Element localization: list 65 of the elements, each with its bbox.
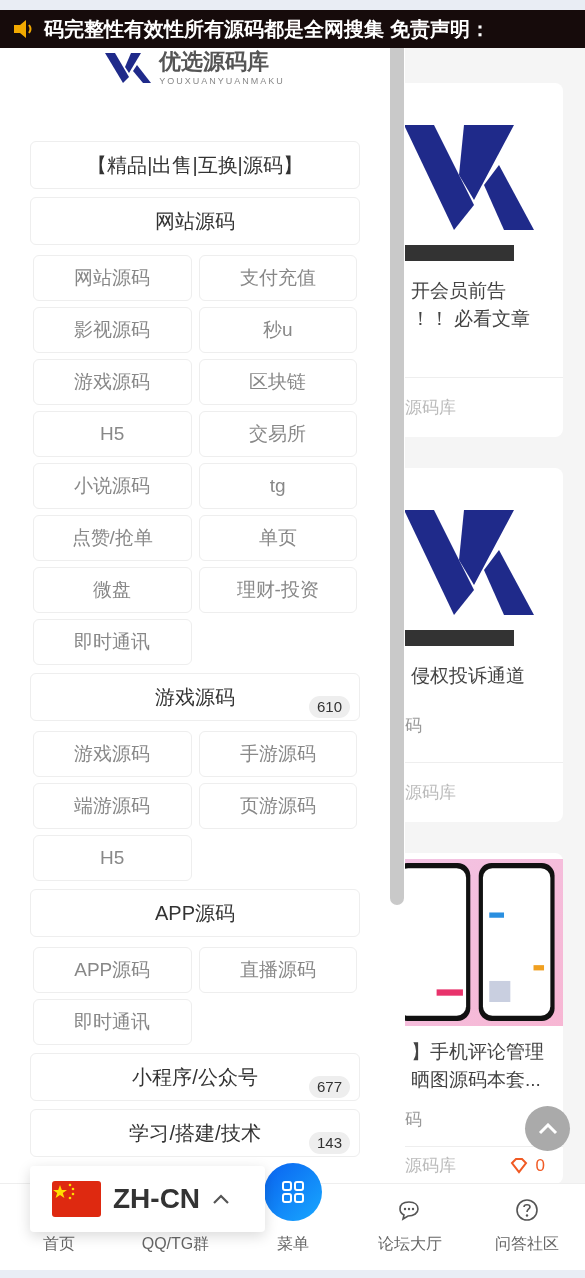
chat-icon — [397, 1200, 422, 1222]
scrollbar-thumb[interactable] — [390, 48, 404, 905]
subcategory-item[interactable]: 理财-投资 — [198, 567, 357, 613]
count-badge: 677 — [308, 1076, 350, 1098]
post-card[interactable]: 侵权投诉通道 码 源码库 — [405, 468, 563, 822]
logo-name: 优选源码库 — [159, 50, 271, 73]
subcategory-item[interactable]: tg — [198, 463, 357, 509]
post-count: 0 — [535, 1154, 545, 1177]
post-meta: 码 — [405, 715, 422, 738]
category-header[interactable]: 网站源码 — [30, 197, 360, 245]
post-title: 开会员前告 — [411, 279, 507, 303]
category-header[interactable]: 学习/搭建/技术 143 — [30, 1109, 360, 1157]
notice-text: 码完整性有效性所有源码都是全网搜集 免责声明： — [44, 17, 490, 42]
subcategory-item[interactable]: 即时通讯 — [33, 619, 192, 665]
subcategory-item[interactable]: H5 — [33, 835, 192, 881]
subcategory-item[interactable]: 影视源码 — [33, 307, 192, 353]
post-title: ！！ 必看文章 — [411, 307, 532, 331]
subcategory-item[interactable]: 点赞/抢单 — [33, 515, 192, 561]
logo-subtitle: YOUXUANYUANMAKU — [159, 76, 285, 86]
logo-icon — [105, 53, 152, 83]
caret-up-icon — [212, 1193, 231, 1205]
chevron-up-icon — [537, 1122, 558, 1135]
subcategory-item[interactable]: APP源码 — [33, 947, 192, 993]
language-code: ZH-CN — [113, 1182, 201, 1216]
nav-link[interactable]: QQ/TG群 — [141, 1232, 210, 1256]
grid-icon — [281, 1181, 304, 1203]
count-badge: 610 — [308, 696, 350, 718]
post-author: 源码库 — [405, 781, 456, 804]
subcategory-item[interactable]: 游戏源码 — [33, 731, 192, 777]
post-title: 晒图源码本套... — [411, 1068, 542, 1092]
subcategory-item[interactable]: 区块链 — [198, 359, 357, 405]
subcategory-item[interactable]: 即时通讯 — [33, 999, 192, 1045]
subcategory-item[interactable]: 微盘 — [33, 567, 192, 613]
subcategory-item[interactable]: 单页 — [198, 515, 357, 561]
nav-link[interactable]: 首页 — [42, 1232, 75, 1256]
post-meta: 码 — [405, 1109, 422, 1132]
subcategory-item[interactable]: 小说源码 — [33, 463, 192, 509]
language-menu[interactable]: ZH-CN — [30, 1166, 265, 1232]
post-title: 侵权投诉通道 — [411, 664, 526, 688]
nav-link[interactable]: 菜单 — [276, 1232, 309, 1256]
flag-icon — [52, 1181, 101, 1217]
post-title: 】手机评论管理 — [411, 1040, 545, 1064]
post-author: 源码库 — [405, 396, 456, 419]
subcategory-item[interactable]: 网站源码 — [33, 255, 192, 301]
subcategory-item[interactable]: 手游源码 — [198, 731, 357, 777]
subcategory-item[interactable]: 交易所 — [198, 411, 357, 457]
subcategory-item[interactable]: H5 — [33, 411, 192, 457]
post-author: 源码库 — [405, 1154, 456, 1177]
nav-link[interactable]: 问答社区 — [494, 1232, 559, 1256]
subcategory-item[interactable]: 端游源码 — [33, 783, 192, 829]
post-card[interactable]: 】手机评论管理 晒图源码本套... 码 源码库 0 — [405, 853, 563, 1184]
count-badge: 143 — [308, 1132, 350, 1154]
category-header[interactable]: APP源码 — [30, 889, 360, 937]
subcategory-item[interactable]: 游戏源码 — [33, 359, 192, 405]
post-card[interactable]: 开会员前告 ！！ 必看文章 源码库 — [405, 83, 563, 437]
category-header[interactable]: 小程序/公众号 677 — [30, 1053, 360, 1101]
help-icon — [514, 1198, 539, 1222]
subcategory-item[interactable]: 秒u — [198, 307, 357, 353]
nav-link[interactable]: 论坛大厅 — [377, 1232, 442, 1256]
category-header[interactable]: 【精品|出售|互换|源码】 — [30, 141, 360, 189]
category-header[interactable]: 游戏源码 610 — [30, 673, 360, 721]
subcategory-item[interactable]: 直播源码 — [198, 947, 357, 993]
tag-icon — [509, 1157, 528, 1174]
subcategory-item[interactable]: 页游源码 — [198, 783, 357, 829]
subcategory-item[interactable]: 支付充值 — [198, 255, 357, 301]
